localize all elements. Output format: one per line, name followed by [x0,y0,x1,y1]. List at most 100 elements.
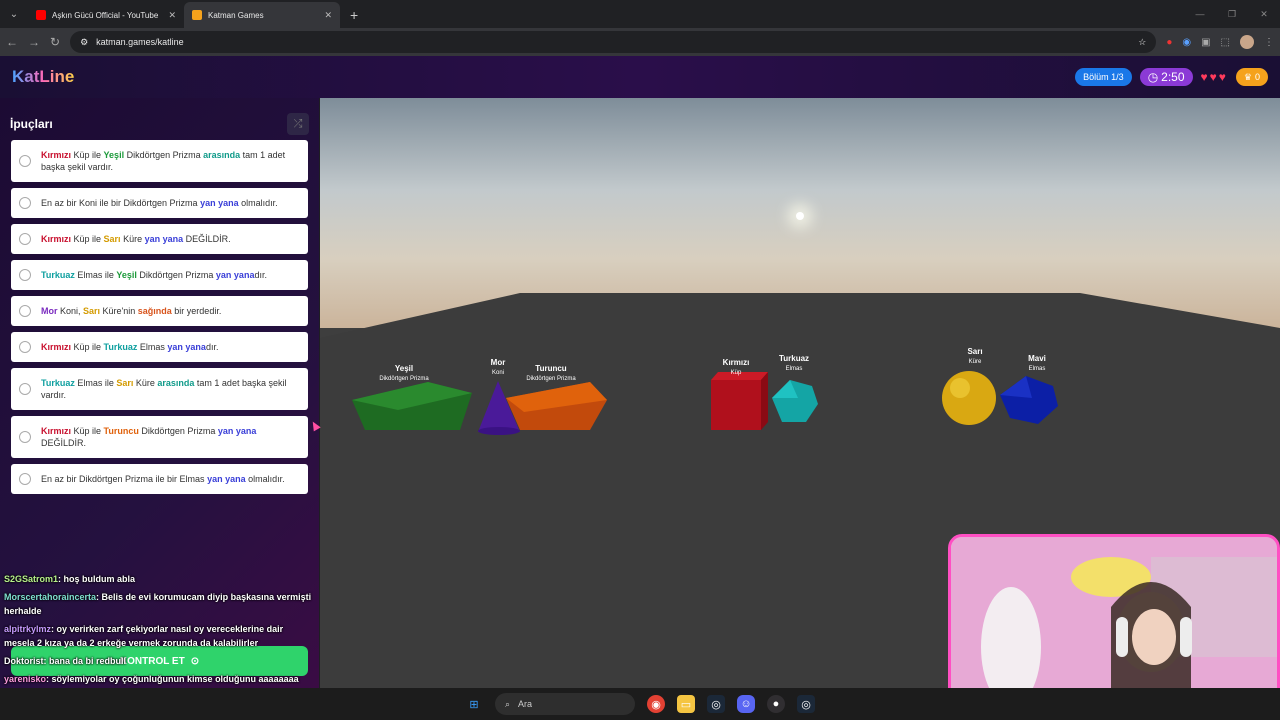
address-bar[interactable]: ⚙ katman.games/katline ☆ [70,31,1157,53]
chrome-icon[interactable]: ◉ [647,695,665,713]
chat-username: yarenisko [4,674,47,684]
lives-hearts: ♥♥♥ [1200,70,1228,84]
extension-audio-icon[interactable]: ◉ [1182,37,1191,48]
taskbar-search[interactable]: ⌕ Ara [495,693,635,715]
hint-text: Kırmızı Küp ile Sarı Küre yan yana DEĞİL… [41,234,231,244]
hint-item[interactable]: Kırmızı Küp ile Turkuaz Elmas yan yanadı… [11,332,308,362]
minimize-icon[interactable]: — [1184,0,1216,28]
extension-red-icon[interactable]: ● [1166,37,1172,48]
hint-item[interactable]: Turkuaz Elmas ile Yeşil Dikdörtgen Prizm… [11,260,308,290]
score-value: 0 [1254,72,1260,82]
clock-icon: ◷ [1147,70,1159,84]
hint-item[interactable]: Kırmızı Küp ile Turuncu Dikdörtgen Prizm… [11,416,308,458]
timer-value: 2:50 [1161,70,1185,84]
maximize-icon[interactable]: ❐ [1216,0,1248,28]
tab-youtube[interactable]: Aşkın Gücü Official - YouTube ✕ [28,2,184,28]
site-info-icon[interactable]: ⚙ [80,37,88,48]
steam-icon[interactable]: ◎ [707,695,725,713]
hint-text: Turkuaz Elmas ile Sarı Küre arasında tam… [41,378,287,400]
browser-toolbar: ← → ↻ ⚙ katman.games/katline ☆ ● ◉ ▣ ⬚ ⋮ [0,28,1280,56]
chat-text: : hoş buldum abla [58,574,136,584]
extension-tampermonkey-icon[interactable]: ▣ [1201,37,1210,48]
tab-title: Katman Games [208,10,264,20]
hint-item[interactable]: Kırmızı Küp ile Sarı Küre yan yana DEĞİL… [11,224,308,254]
shuffle-icon[interactable]: ⤮ [287,113,309,135]
hints-header: İpuçları ⤮ [0,98,319,138]
game-hud: Bölüm 1/3 ◷ 2:50 ♥♥♥ ♛ 0 [1075,68,1268,86]
hints-list: Kırmızı Küp ile Yeşil Dikdörtgen Prizma … [11,140,308,500]
object-label: Turuncu Dikdörtgen Prizma [526,364,576,382]
file-explorer-icon[interactable]: ▭ [677,695,695,713]
object-label: Kırmızı Küp [722,358,750,376]
extensions-puzzle-icon[interactable]: ⬚ [1221,37,1230,48]
object-label: Mor Koni [490,358,506,376]
hint-radio[interactable] [19,155,31,167]
reload-icon[interactable]: ↻ [50,35,60,49]
hint-text: En az bir Dikdörtgen Prizma ile bir Elma… [41,474,285,484]
chat-message: S2GSatrom1: hoş buldum abla [0,570,320,588]
katline-logo[interactable]: KatLine [12,67,74,87]
close-tab-icon[interactable]: ✕ [168,10,176,21]
level-badge: Bölüm 1/3 [1075,68,1132,86]
close-window-icon[interactable]: ✕ [1248,0,1280,28]
forward-icon[interactable]: → [28,35,40,49]
game-header: KatLine Bölüm 1/3 ◷ 2:50 ♥♥♥ ♛ 0 [0,56,1280,98]
hint-radio[interactable] [19,431,31,443]
hint-text: En az bir Koni ile bir Dikdörtgen Prizma… [41,198,278,208]
hint-radio[interactable] [19,341,31,353]
chat-message: Morscertahoraincerta: Belis de evi korum… [0,588,320,620]
object-label: Sarı Küre [967,347,983,365]
hint-radio[interactable] [19,233,31,245]
chat-text: : söylemiyolar oy çoğunluğunun kimse old… [46,674,299,684]
search-icon: ⌕ [505,698,511,709]
hint-item[interactable]: En az bir Koni ile bir Dikdörtgen Prizma… [11,188,308,218]
yellow-sphere[interactable] [942,371,996,425]
red-cube[interactable] [711,372,768,430]
window-controls: — ❐ ✕ [1184,0,1280,28]
windows-start-icon[interactable]: ⊞ [465,695,483,713]
chat-username: S2GSatrom1 [4,574,59,584]
new-tab-button[interactable]: + [340,2,368,28]
hint-item[interactable]: En az bir Dikdörtgen Prizma ile bir Elma… [11,464,308,494]
stream-chat-overlay: S2GSatrom1: hoş buldum abla Morscertahora… [0,570,320,688]
chat-username: alpitrkylmz [4,624,52,634]
hint-radio[interactable] [19,473,31,485]
url-text: katman.games/katline [96,37,184,47]
steam-alt-icon[interactable]: ◎ [797,695,815,713]
object-label: Mavi Elmas [1028,354,1046,372]
discord-icon[interactable]: ☺ [737,695,755,713]
windows-taskbar: ⊞ ⌕ Ara ◉ ▭ ◎ ☺ ● ◎ [0,688,1280,720]
hint-radio[interactable] [19,305,31,317]
browser-tab-bar: ⌄ Aşkın Gücü Official - YouTube ✕ Katman… [0,0,1280,28]
hint-text: Mor Koni, Sarı Küre'nin sağında bir yerd… [41,306,222,316]
hint-item[interactable]: Mor Koni, Sarı Küre'nin sağında bir yerd… [11,296,308,326]
tab-title: Aşkın Gücü Official - YouTube [52,10,159,20]
back-icon[interactable]: ← [6,35,18,49]
chat-message: yarenisko: söylemiyolar oy çoğunluğunun … [0,670,320,688]
tab-katman-games[interactable]: Katman Games ✕ [184,2,340,28]
hint-radio[interactable] [19,197,31,209]
obs-icon[interactable]: ● [767,695,785,713]
chat-message: Doktorist: bana da bi redbull [0,652,320,670]
hint-radio[interactable] [19,269,31,281]
chat-text: : bana da bi redbull [43,656,127,666]
hint-text: Turkuaz Elmas ile Yeşil Dikdörtgen Prizm… [41,270,267,280]
hint-item[interactable]: Kırmızı Küp ile Yeşil Dikdörtgen Prizma … [11,140,308,182]
katman-favicon-icon [192,10,202,20]
tab-search-icon[interactable]: ⌄ [0,0,28,28]
hints-title: İpuçları [10,117,53,131]
profile-avatar[interactable] [1240,35,1254,49]
chat-message: alpitrkylmz: oy verirken zarf çekiyorlar… [0,620,320,652]
bookmark-star-icon[interactable]: ☆ [1138,37,1146,48]
extension-icons: ● ◉ ▣ ⬚ ⋮ [1166,35,1274,49]
hint-text: Kırmızı Küp ile Turuncu Dikdörtgen Prizm… [41,426,257,448]
chat-username: Doktorist [4,656,44,666]
chat-username: Morscertahoraincerta [4,592,97,602]
hint-text: Kırmızı Küp ile Yeşil Dikdörtgen Prizma … [41,150,286,172]
hint-item[interactable]: Turkuaz Elmas ile Sarı Küre arasında tam… [11,368,308,410]
medal-icon: ♛ [1243,71,1252,82]
browser-menu-icon[interactable]: ⋮ [1264,37,1274,48]
timer-badge: ◷ 2:50 [1139,68,1193,86]
hint-radio[interactable] [19,383,31,395]
close-tab-icon[interactable]: ✕ [324,10,332,21]
